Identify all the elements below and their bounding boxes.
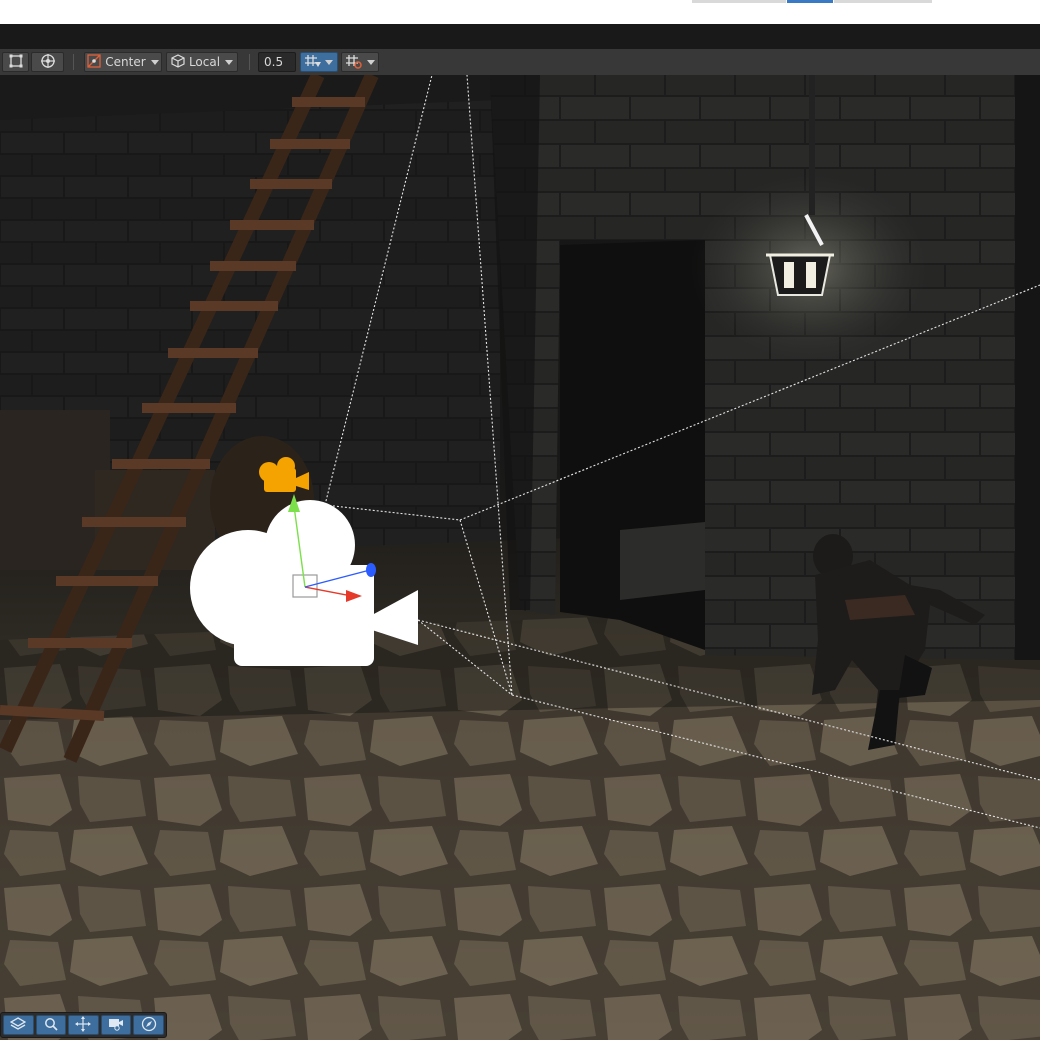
chevron-down-icon — [367, 59, 375, 65]
top-tab-active[interactable] — [787, 0, 833, 3]
toolbar-separator — [249, 54, 250, 70]
right-pillar — [1015, 75, 1040, 660]
top-tab-left[interactable] — [692, 0, 786, 3]
transform-tool-icon — [39, 53, 57, 72]
search-icon — [44, 1017, 58, 1034]
chevron-down-icon — [325, 59, 333, 65]
increment-snap-toggle[interactable] — [341, 52, 379, 72]
local-space-icon — [171, 53, 185, 71]
chevron-down-icon — [225, 59, 234, 65]
pivot-space-dropdown[interactable]: Local — [166, 52, 238, 72]
top-tab-right[interactable] — [834, 0, 932, 3]
editor-header-bar — [0, 24, 1040, 50]
overlay-toolbar — [0, 1012, 167, 1038]
chevron-down-icon — [150, 59, 159, 65]
rect-tool-button[interactable] — [2, 52, 29, 72]
transform-tool-button[interactable] — [31, 52, 64, 72]
window-top-strip — [0, 0, 1040, 24]
grid-snap-icon — [304, 53, 322, 72]
move-button[interactable] — [68, 1015, 99, 1035]
compass-icon — [141, 1016, 157, 1035]
pivot-space-label: Local — [188, 55, 221, 69]
layers-icon — [9, 1016, 27, 1034]
pivot-icon — [87, 53, 101, 71]
pivot-mode-dropdown[interactable]: Center — [84, 52, 162, 72]
layers-button[interactable] — [3, 1015, 34, 1035]
increment-snap-icon — [345, 53, 363, 72]
camera-preview-icon — [108, 1017, 124, 1034]
compass-button[interactable] — [133, 1015, 164, 1035]
doorway-floor — [620, 522, 705, 600]
pivot-mode-label: Center — [105, 55, 146, 69]
scene-viewport[interactable] — [0, 75, 1040, 1040]
move-icon — [75, 1015, 92, 1035]
search-button[interactable] — [35, 1015, 67, 1035]
scene-toolbar: Center Local 0.5 — [0, 49, 1040, 76]
axis-z-arrow[interactable] — [366, 563, 376, 577]
grid-snap-toggle[interactable] — [300, 52, 338, 72]
camera-preview-button[interactable] — [100, 1015, 132, 1035]
snap-increment-field[interactable]: 0.5 — [258, 52, 296, 72]
rect-tool-icon — [9, 54, 23, 71]
toolbar-separator — [73, 54, 74, 70]
